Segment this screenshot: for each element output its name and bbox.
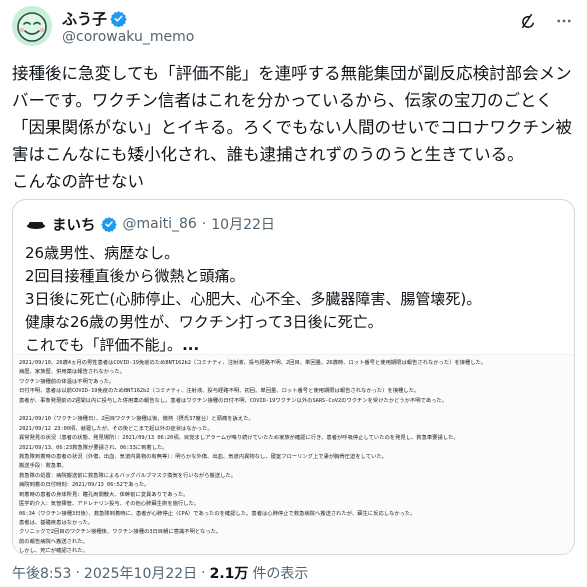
grok-icon[interactable] <box>519 12 537 30</box>
document-line: しかし、死亡が確認された。 <box>19 548 88 555</box>
views-count: 2.1万 <box>209 566 249 582</box>
document-line: 前の報告病院へ搬送された。 <box>19 538 88 545</box>
quoted-text-ellipsis: ... <box>182 336 200 354</box>
tweet-meta: 午後8:53 · 2025年10月22日 · 2.1万 件の表示 <box>12 563 308 583</box>
author-handle[interactable]: @corowaku_memo <box>62 29 194 45</box>
document-line: 06:34（ワクチン接種3日後）、救急隊到着時に、患者が心肺停止（CPA）であっ… <box>19 510 416 517</box>
document-line: 日付不明、患者は以前COVID-19免疫のためBNT162b2（コミナティ、注射… <box>19 388 420 395</box>
quoted-text-body: 26歳男性、病歴なし。 2回目接種直後から微熱と頭痛。 3日後に死亡(心肺停止、… <box>25 244 482 354</box>
document-line: 医学的介入：気管挿管、アドレナリン投与、その他心肺蘇生術を施行した。 <box>19 501 200 508</box>
quoted-separator: · <box>201 216 207 232</box>
document-line: 2021/09/10（ワクチン接種日）、2回目ワクチン接種以後、微熱（摂氏37度… <box>19 416 254 423</box>
document-line: 救急隊到着時の患者の状況（外傷、出血、気道内異物の有無等）：明らかな外傷、出血、… <box>19 454 387 461</box>
post-time[interactable]: 午後8:53 <box>12 563 71 583</box>
document-line: クリニックで2回目のワクチン接種後、ワクチン接種の3日目朝に意識不明となった。 <box>19 529 222 536</box>
views-label: 件の表示 <box>252 566 309 582</box>
document-line: 患者は、基礎疾患はなかった。 <box>19 519 94 526</box>
document-line: ワクチン接種前の体温は不明であった。 <box>19 378 115 385</box>
quoted-verified-badge-icon <box>100 216 118 233</box>
document-line: 救急隊の処置：病院搬送前に救急隊によるバッグバルブマスク換気を行いながら搬送した… <box>19 472 237 479</box>
meta-separator: · <box>75 565 80 581</box>
quoted-tweet-text: 26歳男性、病歴なし。 2回目接種直後から微熱と頭痛。 3日後に死亡(心肺停止、… <box>25 242 565 357</box>
meta-separator: · <box>201 565 206 581</box>
quoted-document-image[interactable]: 2021/09/10、26歳4ヵ月の男性患者はCOVID-19免疫のためBNT1… <box>13 354 574 555</box>
quoted-date: 10月22日 <box>211 217 275 233</box>
document-line: 到着時の患者の身体所見：瞳孔両側散大、体幹前に変異ありであった。 <box>19 491 189 498</box>
quoted-avatar <box>25 213 47 235</box>
document-line: 病歴、家族歴、併用薬は報告されなかった。 <box>19 369 125 376</box>
author-display-name[interactable]: ふう子 <box>62 8 107 29</box>
document-text-block: 2021/09/10、26歳4ヵ月の男性患者はCOVID-19免疫のためBNT1… <box>19 359 568 555</box>
document-line: 患者が、事象発現前の2週間以内に投与した併用薬の報告なし。患者はワクチン接種の日… <box>19 397 448 404</box>
avatar[interactable] <box>12 6 52 46</box>
more-options-icon[interactable] <box>555 12 573 30</box>
quoted-tweet-header: まいち @maiti_86 · 10月22日 <box>25 213 275 235</box>
document-line: 2021/09/10、26歳4ヵ月の男性患者はCOVID-19免疫のためBNT1… <box>19 360 487 366</box>
quoted-handle: @maiti_86 <box>122 216 197 232</box>
tweet-text: 接種後に急変しても「評価不能」を連呼する無能集団が副反応検討部会メンバーです。ワ… <box>12 64 573 191</box>
post-date[interactable]: 2025年10月22日 <box>84 563 197 583</box>
document-line: 搬送手段：救急車。 <box>19 463 67 470</box>
verified-badge-icon <box>110 10 127 28</box>
document-line: 2021/09/12 23:00頃、就寝したが、その後どこまで起以外の症状はなか… <box>19 425 213 432</box>
document-line: 2021/09/13、06:23救急隊が要請され、06:33に到着した。 <box>19 444 168 451</box>
quoted-tweet-card[interactable]: まいち @maiti_86 · 10月22日 26歳男性、病歴なし。 2回目接種… <box>12 199 575 555</box>
document-line: 異常発見の状況（患者の状態、発見場所）：2021/09/13 06:20頃、目覚… <box>19 435 459 442</box>
tweet-header: ふう子 @corowaku_memo <box>12 6 575 50</box>
quoted-display-name: まいち <box>52 217 96 234</box>
document-line: 病院到着の日付時刻：2021/09/13 06:52であった。 <box>19 482 150 489</box>
